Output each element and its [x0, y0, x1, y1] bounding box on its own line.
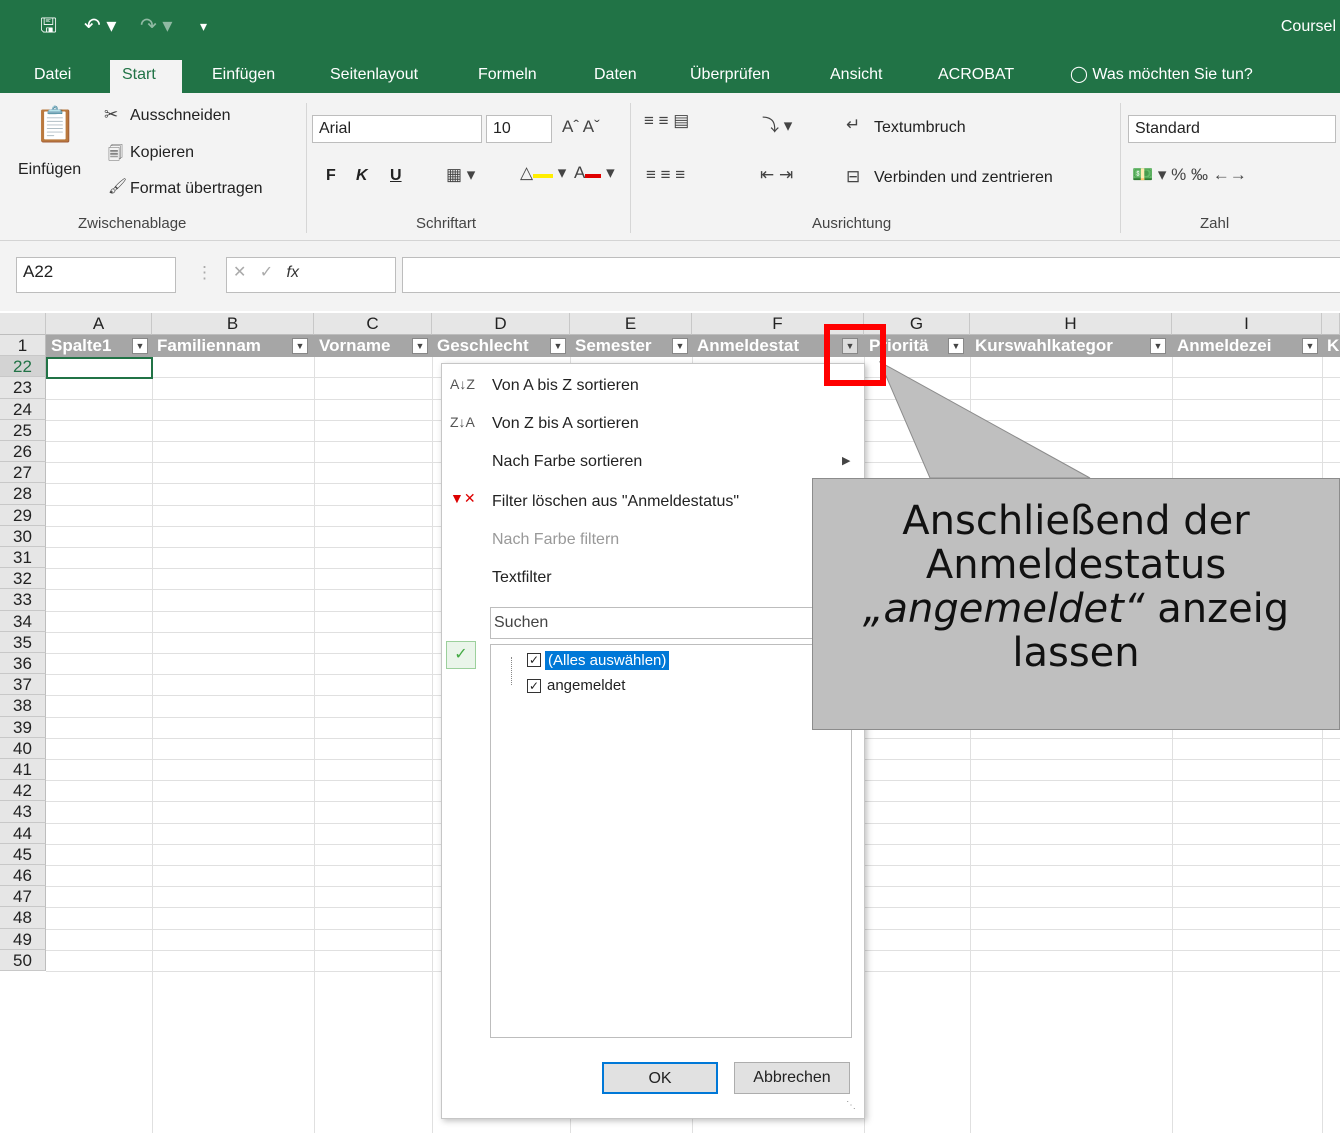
- callout-line-3: „angemeldet“ anzeig: [862, 586, 1290, 632]
- callout-line-1: Anschließend der: [902, 498, 1250, 544]
- callout-line-2: Anmeldestatus: [925, 542, 1227, 588]
- highlight-box: [824, 324, 886, 386]
- callout-emphasis: „angemeldet“: [862, 586, 1145, 632]
- annotation-callout: Anschließend der Anmeldestatus „angemeld…: [812, 478, 1340, 730]
- callout-line-4: lassen: [1012, 630, 1140, 676]
